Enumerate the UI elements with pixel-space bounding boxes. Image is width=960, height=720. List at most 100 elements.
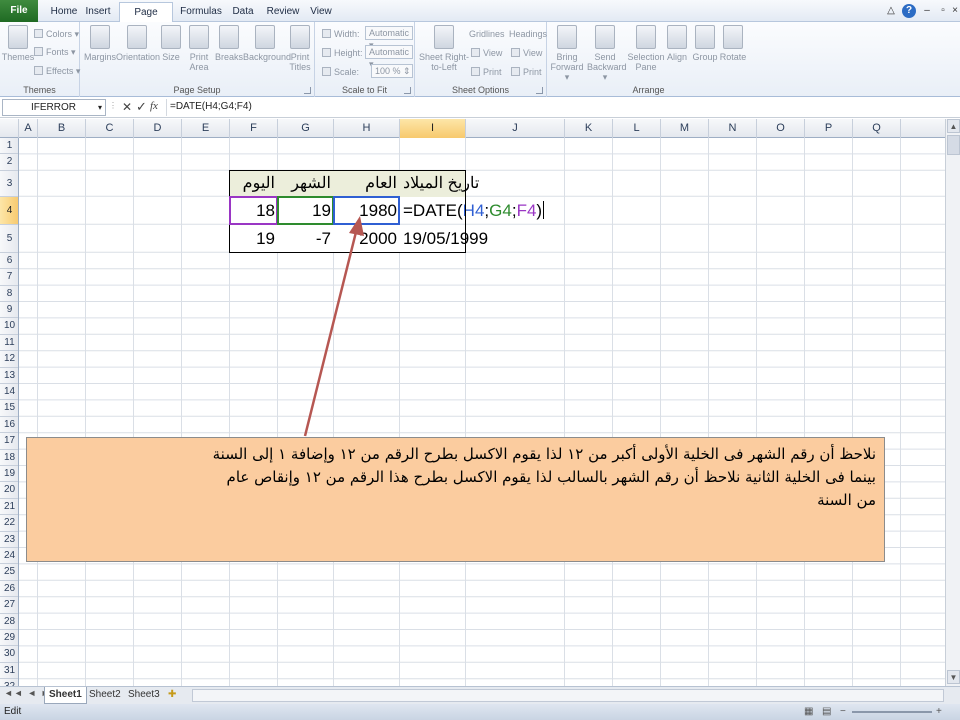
row-header-27[interactable]: 27 [0,597,18,614]
zoom-in-icon[interactable]: + [936,704,942,720]
tab-data[interactable]: Data [229,2,257,22]
zoom-slider[interactable] [852,711,932,713]
window-restore-icon[interactable]: ▫ [936,4,950,18]
tab-view[interactable]: View [308,2,334,22]
scale-spinner[interactable]: 100 % ⇕ [371,64,413,78]
cell-g5[interactable]: -7 [278,224,334,253]
height-select[interactable]: Automatic ▾ [365,45,413,69]
colors-button[interactable]: Colors ▾ [34,27,79,41]
minimize-ribbon-icon[interactable]: △ [884,4,898,18]
zoom-out-icon[interactable]: − [840,704,846,720]
row-header-19[interactable]: 19 [0,466,18,483]
breaks-button[interactable]: Breaks [212,25,246,62]
column-header-n[interactable]: N [709,119,757,138]
headings-view-checkbox[interactable]: View [511,46,542,60]
row-header-14[interactable]: 14 [0,384,18,401]
row-header-29[interactable]: 29 [0,630,18,647]
row-header-17[interactable]: 17 [0,433,18,450]
name-box[interactable]: IFERROR ▾ [2,99,106,116]
column-header-o[interactable]: O [757,119,805,138]
selection-pane-button[interactable]: Selection Pane [627,25,665,72]
cell-i4-editing[interactable]: =DATE(H4;G4;F4) [400,197,547,225]
row-header-2[interactable]: 2 [0,154,18,171]
background-button[interactable]: Background [243,25,291,62]
sheet-tab-sheet3[interactable]: Sheet3 [124,687,164,704]
column-header-l[interactable]: L [613,119,661,138]
themes-button[interactable]: Themes [0,25,36,62]
column-header-e[interactable]: E [182,119,230,138]
row-header-20[interactable]: 20 [0,482,18,499]
select-all-corner[interactable] [0,119,19,138]
help-icon[interactable]: ? [902,4,916,18]
scroll-up-icon[interactable]: ▲ [947,119,960,133]
cell-f3[interactable]: اليوم [230,170,278,197]
tab-insert[interactable]: Insert [82,2,114,22]
row-header-5[interactable]: 5 [0,225,18,253]
cell-g4[interactable]: 19 [278,196,334,225]
column-header-p[interactable]: P [805,119,853,138]
row-header-10[interactable]: 10 [0,318,18,335]
window-minimize-icon[interactable]: – [920,4,934,18]
row-header-7[interactable]: 7 [0,269,18,286]
cell-f5[interactable]: 19 [230,224,278,253]
scroll-down-icon[interactable]: ▼ [947,670,960,684]
row-header-26[interactable]: 26 [0,581,18,598]
print-titles-button[interactable]: Print Titles [284,25,316,72]
window-close-icon[interactable]: × [950,4,960,18]
row-header-13[interactable]: 13 [0,368,18,384]
cell-i5[interactable]: 19/05/1999 [400,224,488,253]
row-header-21[interactable]: 21 [0,499,18,516]
row-header-30[interactable]: 30 [0,646,18,663]
row-header-25[interactable]: 25 [0,564,18,581]
width-select[interactable]: Automatic ▾ [365,26,413,50]
column-header-j[interactable]: J [466,119,565,138]
column-header-f[interactable]: F [230,119,278,138]
column-header-k[interactable]: K [565,119,613,138]
cell-h4[interactable]: 1980 [334,196,400,225]
column-header-a[interactable]: A [19,119,38,138]
row-header-1[interactable]: 1 [0,138,18,155]
headings-print-checkbox[interactable]: Print [511,65,542,79]
formula-input[interactable]: =DATE(H4;G4;F4) [166,99,958,116]
column-header-m[interactable]: M [661,119,709,138]
view-page-layout-icon[interactable]: ▤ [822,704,831,720]
cell-h3[interactable]: العام [334,170,400,197]
row-header-4[interactable]: 4 [0,196,18,225]
row-header-18[interactable]: 18 [0,450,18,466]
column-header-h[interactable]: H [334,119,400,138]
gridlines-print-checkbox[interactable]: Print [471,65,502,79]
row-header-11[interactable]: 11 [0,335,18,352]
cell-i3[interactable]: تاريخ الميلاد [400,170,479,197]
bring-forward-button[interactable]: Bring Forward ▾ [549,25,585,82]
row-header-3[interactable]: 3 [0,171,18,197]
column-header-q[interactable]: Q [853,119,901,138]
view-normal-icon[interactable]: ▦ [804,704,813,720]
insert-function-icon[interactable]: fx [150,100,158,112]
row-header-15[interactable]: 15 [0,400,18,417]
column-header-c[interactable]: C [86,119,134,138]
horizontal-scrollbar[interactable] [192,689,944,702]
row-header-28[interactable]: 28 [0,614,18,630]
gridlines-view-checkbox[interactable]: View [471,46,502,60]
fonts-button[interactable]: Fonts ▾ [34,45,76,59]
print-area-button[interactable]: Print Area [182,25,216,72]
row-header-9[interactable]: 9 [0,302,18,319]
cell-h5[interactable]: 2000 [334,224,400,253]
column-header-d[interactable]: D [134,119,182,138]
effects-button[interactable]: Effects ▾ [34,64,80,78]
cell-f4[interactable]: 18 [230,196,278,225]
vertical-scrollbar[interactable]: ▲ ▼ [945,119,960,686]
margins-button[interactable]: Margins [82,25,118,62]
column-header-g[interactable]: G [278,119,334,138]
align-button[interactable]: Align [663,25,691,62]
enter-icon[interactable]: ✓ [136,99,147,115]
tab-page-layout[interactable]: Page Layout [119,2,173,37]
scale-to-fit-launcher-icon[interactable] [404,87,411,94]
orientation-button[interactable]: Orientation [116,25,160,62]
sheet-tab-sheet1[interactable]: Sheet1 [44,687,87,704]
row-header-6[interactable]: 6 [0,253,18,270]
tab-review[interactable]: Review [265,2,301,22]
rotate-button[interactable]: Rotate [717,25,749,62]
row-header-31[interactable]: 31 [0,663,18,680]
insert-worksheet-icon[interactable]: ✚ [164,687,180,704]
